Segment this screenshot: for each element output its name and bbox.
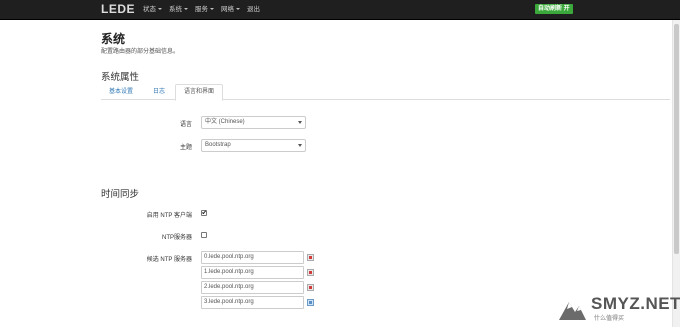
checkmark-icon [201, 209, 207, 215]
candidate-ntp-label: 候选 NTP 服务器 [146, 257, 192, 263]
enable-ntp-label: 启用 NTP 客户端 [146, 213, 192, 219]
caret-down-icon [184, 8, 188, 11]
auto-refresh-toggle[interactable]: 自动刷新 开 [535, 4, 573, 14]
menu-item-label: 服务 [195, 6, 208, 13]
menu-item-network[interactable]: 网络 [221, 0, 240, 20]
ntp-server-input-3[interactable]: 3.lede.pool.ntp.org [201, 296, 304, 309]
language-select[interactable]: 中文 (Chinese) [201, 116, 306, 129]
ntp-server-checkbox[interactable] [201, 232, 207, 238]
menu-item-services[interactable]: 服务 [195, 0, 214, 20]
theme-label: 主题 [179, 145, 192, 151]
ntp-server-input-2[interactable]: 2.lede.pool.ntp.org [201, 281, 304, 294]
theme-select-value: Bootstrap [205, 142, 231, 148]
tab-basic-settings[interactable]: 基本设置 [101, 84, 141, 100]
page-scrollbar[interactable] [672, 20, 680, 327]
remove-server-icon[interactable] [307, 284, 314, 291]
section-title-system-properties: 系统属性 [101, 72, 140, 83]
theme-select[interactable]: Bootstrap [201, 139, 306, 152]
menu-item-label: 状态 [143, 6, 156, 13]
add-server-icon[interactable] [307, 299, 314, 306]
menu-item-status[interactable]: 状态 [143, 0, 162, 20]
menu-item-system[interactable]: 系统 [169, 0, 188, 20]
dropdown-arrow-icon [298, 144, 302, 147]
main-menu: 状态 系统 服务 网络 退出 [143, 0, 267, 20]
dropdown-arrow-icon [298, 121, 302, 124]
watermark-subtext: 什么值得买 [594, 316, 625, 322]
language-label: 语言 [179, 122, 192, 128]
page-title: 系统 [101, 32, 126, 46]
brand-logo[interactable]: LEDE [101, 2, 135, 16]
watermark-logo-icon [559, 302, 586, 320]
scrollbar-thumb[interactable] [674, 24, 679, 254]
page-description: 配置路由器的部分基础信息。 [101, 49, 180, 55]
tab-language-and-style[interactable]: 语言和界面 [175, 84, 224, 101]
menu-item-logout[interactable]: 退出 [247, 0, 260, 20]
watermark-text: SMYZ.NET [591, 294, 680, 313]
ntp-server-input-1[interactable]: 1.lede.pool.ntp.org [201, 266, 304, 279]
ntp-server-input-0[interactable]: 0.lede.pool.ntp.org [201, 251, 304, 264]
menu-item-label: 退出 [247, 6, 260, 13]
enable-ntp-checkbox[interactable] [201, 209, 207, 216]
caret-down-icon [158, 8, 162, 11]
top-navbar: LEDE 状态 系统 服务 网络 退出 自动刷新 开 [0, 0, 680, 20]
section-title-time-sync: 时间同步 [101, 189, 140, 200]
menu-item-label: 系统 [169, 6, 182, 13]
caret-down-icon [210, 8, 214, 11]
language-select-value: 中文 (Chinese) [205, 119, 245, 125]
remove-server-icon[interactable] [307, 269, 314, 276]
tab-log[interactable]: 日志 [145, 84, 173, 100]
caret-down-icon [236, 8, 240, 11]
settings-tabs: 基本设置 日志 语言和界面 [101, 84, 670, 101]
ntp-server-label: NTP服务器 [161, 235, 192, 241]
remove-server-icon[interactable] [307, 254, 314, 261]
menu-item-label: 网络 [221, 6, 234, 13]
